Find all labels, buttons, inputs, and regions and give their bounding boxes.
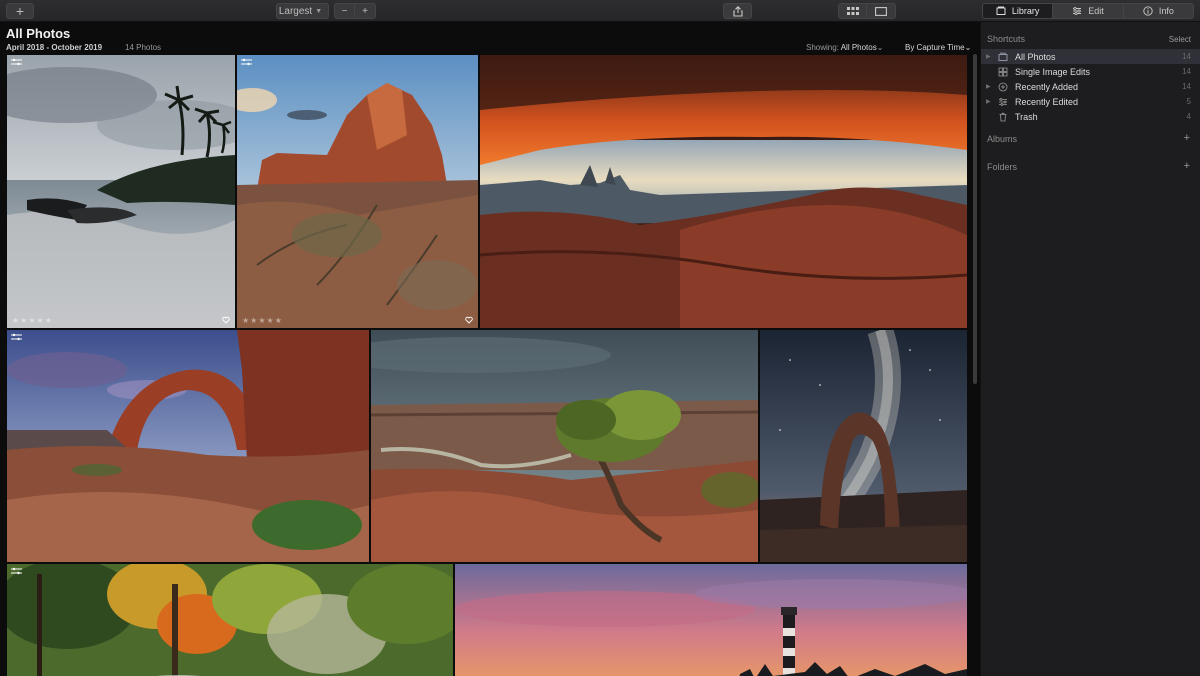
photo-rock-arch <box>7 330 369 562</box>
sliders-icon <box>1073 6 1082 16</box>
item-count: 5 <box>1186 97 1191 106</box>
photo-thumbnail[interactable] <box>760 330 967 562</box>
albums-heading: Albums <box>987 134 1018 144</box>
photo-thumbnail[interactable]: ★★★★★ <box>237 55 478 328</box>
photo-thumbnail[interactable] <box>480 55 967 328</box>
showing-filter[interactable]: Showing: All Photos⌄ <box>806 43 883 52</box>
photo-thumbnail[interactable]: ★★★★★ <box>7 55 235 328</box>
share-icon <box>732 5 743 17</box>
adjustments-icon <box>11 333 22 341</box>
item-count: 14 <box>1182 67 1191 76</box>
photo-mesa-arch <box>480 55 967 328</box>
photo-thumbnail[interactable] <box>455 564 967 676</box>
folders-heading: Folders <box>987 162 1018 172</box>
top-toolbar: + Largest ▼ − + Library Edit Info <box>0 0 1200 22</box>
star-rating[interactable]: ★★★★★ <box>242 316 283 325</box>
disclosure-triangle-icon[interactable]: ▶ <box>986 53 994 60</box>
library-icon <box>996 6 1006 15</box>
photo-thumbnail[interactable] <box>371 330 758 562</box>
sort-label: By Capture Time <box>905 43 965 52</box>
plus-circle-icon <box>998 82 1008 91</box>
adjustments-icon <box>241 58 252 66</box>
select-button[interactable]: Select <box>1169 35 1191 44</box>
chevron-down-icon: ▼ <box>315 7 323 15</box>
mode-tabs: Library Edit Info <box>982 3 1194 19</box>
photo-thumbnail[interactable] <box>7 330 369 562</box>
photo-beach-palms <box>7 55 235 328</box>
sort-dropdown[interactable]: By Capture Time⌄ <box>905 43 971 52</box>
single-view-button[interactable] <box>867 3 896 19</box>
shortcuts-heading: Shortcuts <box>987 34 1026 44</box>
photo-thumbnail[interactable] <box>7 564 453 676</box>
disclosure-triangle-icon[interactable]: ▶ <box>986 98 994 105</box>
sidebar-item-recently-added[interactable]: ▶ Recently Added 14 <box>981 79 1200 94</box>
single-view-icon <box>875 6 887 16</box>
showing-value: All Photos <box>840 43 877 52</box>
showing-label: Showing: <box>806 43 839 52</box>
grid-view-icon <box>846 7 859 15</box>
photo-lighthouse-sunset <box>455 564 967 676</box>
zoom-out-button[interactable]: − <box>334 3 355 19</box>
tab-edit[interactable]: Edit <box>1053 4 1124 18</box>
sidebar-item-label: Single Image Edits <box>1015 66 1091 77</box>
disclosure-triangle-icon[interactable]: ▶ <box>986 83 994 90</box>
heart-icon[interactable] <box>222 316 230 324</box>
photo-browser: All Photos April 2018 - October 2019 14 … <box>0 22 980 676</box>
library-sidebar: Shortcuts Select ▶ All Photos 14 Single … <box>980 22 1200 676</box>
sidebar-item-recently-edited[interactable]: ▶ Recently Edited 5 <box>981 94 1200 109</box>
trash-icon <box>999 112 1007 121</box>
chevron-down-icon: ⌄ <box>876 43 884 52</box>
sidebar-item-single-image-edits[interactable]: Single Image Edits 14 <box>981 64 1200 79</box>
sidebar-item-label: Recently Added <box>1015 81 1079 92</box>
tab-library-label: Library <box>1011 6 1040 16</box>
scrollbar[interactable] <box>973 54 977 384</box>
sidebar-item-label: All Photos <box>1015 51 1056 62</box>
item-count: 4 <box>1186 112 1191 121</box>
sidebar-item-label: Trash <box>1015 111 1038 122</box>
tab-info[interactable]: Info <box>1124 4 1193 18</box>
thumbnail-size-label: Largest <box>278 5 313 17</box>
photo-red-rock-tower <box>237 55 478 328</box>
sidebar-item-trash[interactable]: Trash 4 <box>981 109 1200 124</box>
info-icon <box>1143 6 1153 16</box>
add-folder-button[interactable]: + <box>1184 160 1190 172</box>
tab-library[interactable]: Library <box>983 4 1054 18</box>
grid-icon <box>998 67 1008 76</box>
photo-autumn-forest <box>7 564 453 676</box>
adjustments-icon <box>11 567 22 575</box>
add-button[interactable]: + <box>6 3 34 19</box>
sidebar-item-label: Recently Edited <box>1015 96 1079 107</box>
adjustments-icon <box>11 58 22 66</box>
item-count: 14 <box>1182 82 1191 91</box>
star-rating[interactable]: ★★★★★ <box>12 316 53 325</box>
chevron-down-icon: ⌄ <box>964 43 972 52</box>
photo-canyon-tree <box>371 330 758 562</box>
photo-delicate-arch-milky-way <box>760 330 967 562</box>
page-title: All Photos <box>6 26 71 41</box>
sidebar-item-all-photos[interactable]: ▶ All Photos 14 <box>981 49 1200 64</box>
sliders-icon <box>999 97 1007 106</box>
heart-icon[interactable] <box>465 316 473 324</box>
date-range: April 2018 - October 2019 <box>6 43 103 52</box>
item-count: 14 <box>1182 52 1191 61</box>
grid-view-button[interactable] <box>838 3 867 19</box>
share-button[interactable] <box>723 3 752 19</box>
photos-icon <box>998 52 1008 61</box>
thumbnail-size-dropdown[interactable]: Largest ▼ <box>276 3 329 19</box>
photo-count: 14 Photos <box>125 43 162 52</box>
tab-edit-label: Edit <box>1088 6 1104 16</box>
add-album-button[interactable]: + <box>1184 132 1190 144</box>
tab-info-label: Info <box>1158 6 1174 16</box>
zoom-in-button[interactable]: + <box>355 3 376 19</box>
